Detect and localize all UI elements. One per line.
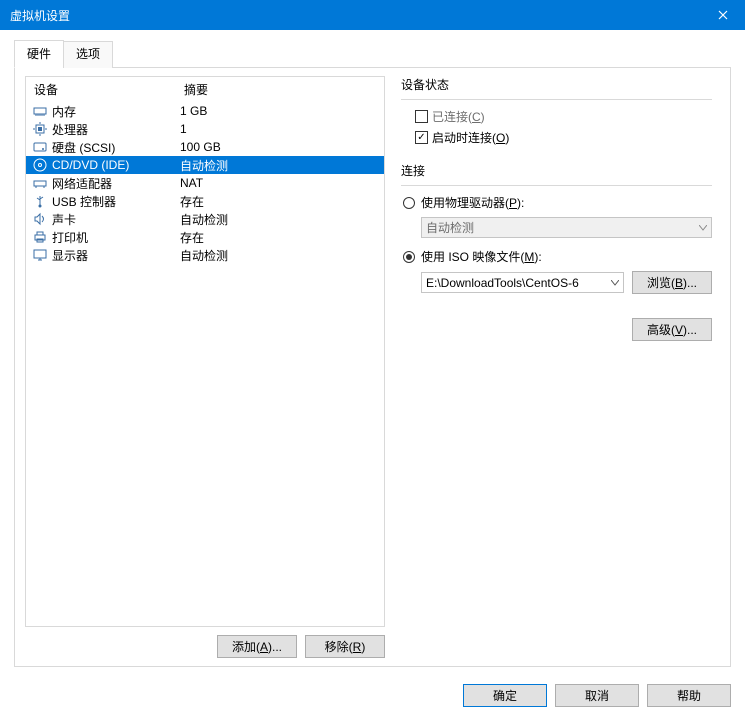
- tab-options[interactable]: 选项: [63, 41, 113, 68]
- connected-checkbox-row[interactable]: 已连接(C): [415, 108, 712, 125]
- device-name: 显示器: [52, 247, 180, 264]
- cd-icon: [32, 157, 48, 173]
- device-summary: 存在: [180, 193, 204, 210]
- connection-title: 连接: [401, 162, 712, 179]
- memory-icon: [32, 103, 48, 119]
- ok-button[interactable]: 确定: [463, 684, 547, 707]
- device-name: 声卡: [52, 211, 180, 228]
- iso-path-value: E:\DownloadTools\CentOS-6: [426, 276, 579, 290]
- cpu-icon: [32, 121, 48, 137]
- physical-drive-dropdown: 自动检测: [421, 217, 712, 238]
- device-name: 打印机: [52, 229, 180, 246]
- iso-radio[interactable]: [403, 251, 415, 263]
- iso-radio-row[interactable]: 使用 ISO 映像文件(M):: [403, 248, 712, 265]
- connected-label: 已连接(C): [432, 108, 485, 125]
- device-list-header: 设备 摘要: [26, 77, 384, 102]
- iso-label: 使用 ISO 映像文件(M):: [421, 248, 542, 265]
- device-summary: 存在: [180, 229, 204, 246]
- device-name: 内存: [52, 103, 180, 120]
- disk-icon: [32, 139, 48, 155]
- device-summary: 1 GB: [180, 104, 207, 118]
- display-icon: [32, 247, 48, 263]
- device-summary: 1: [180, 122, 187, 136]
- usb-icon: [32, 193, 48, 209]
- cancel-button[interactable]: 取消: [555, 684, 639, 707]
- dialog-footer: 确定 取消 帮助: [0, 673, 745, 717]
- tab-content: 设备 摘要 内存1 GB处理器1硬盘 (SCSI)100 GBCD/DVD (I…: [14, 67, 731, 667]
- device-row-sound[interactable]: 声卡自动检测: [26, 210, 384, 228]
- device-summary: 100 GB: [180, 140, 221, 154]
- tab-hardware[interactable]: 硬件: [14, 40, 64, 68]
- connection-section: 连接 使用物理驱动器(P): 自动检测: [401, 162, 712, 294]
- advanced-button[interactable]: 高级(V)...: [632, 318, 712, 341]
- physical-drive-radio[interactable]: [403, 197, 415, 209]
- close-button[interactable]: [700, 0, 745, 30]
- device-name: 硬盘 (SCSI): [52, 139, 180, 156]
- device-list: 设备 摘要 内存1 GB处理器1硬盘 (SCSI)100 GBCD/DVD (I…: [25, 76, 385, 627]
- chevron-down-icon[interactable]: [611, 280, 619, 286]
- chevron-down-icon: [699, 225, 707, 231]
- device-summary: NAT: [180, 176, 203, 190]
- help-button[interactable]: 帮助: [647, 684, 731, 707]
- device-summary: 自动检测: [180, 247, 228, 264]
- connect-on-start-row[interactable]: 启动时连接(O): [415, 129, 712, 146]
- tab-strip: 硬件 选项: [14, 40, 731, 67]
- device-row-usb[interactable]: USB 控制器存在: [26, 192, 384, 210]
- connect-on-start-checkbox[interactable]: [415, 131, 428, 144]
- device-row-cd[interactable]: CD/DVD (IDE)自动检测: [26, 156, 384, 174]
- add-button[interactable]: 添加(A)...: [217, 635, 297, 658]
- vm-settings-dialog: 虚拟机设置 硬件 选项 设备 摘要 内存1 GB处理器1硬盘 (SCSI)100…: [0, 0, 745, 717]
- browse-button[interactable]: 浏览(B)...: [632, 271, 712, 294]
- device-summary: 自动检测: [180, 211, 228, 228]
- device-row-display[interactable]: 显示器自动检测: [26, 246, 384, 264]
- dialog-title: 虚拟机设置: [10, 7, 70, 24]
- device-row-net[interactable]: 网络适配器NAT: [26, 174, 384, 192]
- device-name: USB 控制器: [52, 193, 180, 210]
- printer-icon: [32, 229, 48, 245]
- device-status-section: 设备状态 已连接(C) 启动时连接(O): [401, 76, 712, 146]
- col-summary: 摘要: [184, 81, 208, 98]
- device-name: 网络适配器: [52, 175, 180, 192]
- device-row-memory[interactable]: 内存1 GB: [26, 102, 384, 120]
- connected-checkbox[interactable]: [415, 110, 428, 123]
- device-summary: 自动检测: [180, 157, 228, 174]
- device-row-disk[interactable]: 硬盘 (SCSI)100 GB: [26, 138, 384, 156]
- iso-path-dropdown[interactable]: E:\DownloadTools\CentOS-6: [421, 272, 624, 293]
- net-icon: [32, 175, 48, 191]
- device-name: CD/DVD (IDE): [52, 158, 180, 172]
- status-title: 设备状态: [401, 76, 712, 93]
- device-row-printer[interactable]: 打印机存在: [26, 228, 384, 246]
- device-row-cpu[interactable]: 处理器1: [26, 120, 384, 138]
- connect-on-start-label: 启动时连接(O): [432, 129, 509, 146]
- device-name: 处理器: [52, 121, 180, 138]
- titlebar: 虚拟机设置: [0, 0, 745, 30]
- physical-drive-label: 使用物理驱动器(P):: [421, 194, 524, 211]
- col-device: 设备: [34, 81, 184, 98]
- remove-button[interactable]: 移除(R): [305, 635, 385, 658]
- sound-icon: [32, 211, 48, 227]
- physical-drive-radio-row[interactable]: 使用物理驱动器(P):: [403, 194, 712, 211]
